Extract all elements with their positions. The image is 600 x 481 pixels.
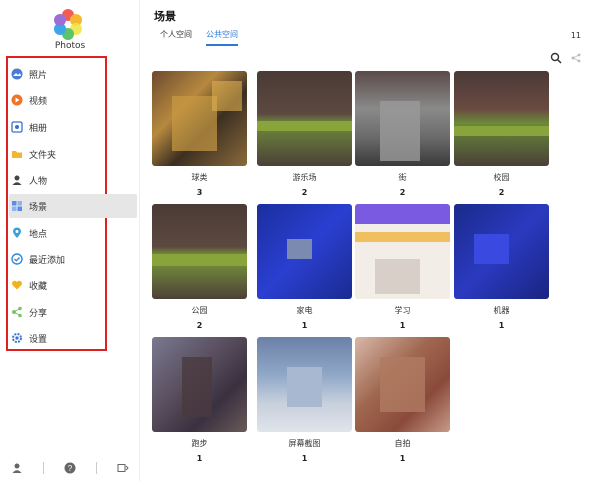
sidebar-item-label: 收藏	[29, 281, 48, 292]
scene-photo-count: 1	[498, 321, 505, 330]
main-content: 场景 个人空间 公共空间 11 球类 3 游乐场 2 街 2 校园 2 公园 2…	[140, 0, 600, 481]
scene-label: 自拍	[394, 439, 411, 448]
share-icon[interactable]	[570, 52, 582, 64]
sidebar-item-places[interactable]: 地点	[9, 221, 137, 245]
toolbar	[550, 52, 582, 64]
scene-count: 11	[570, 31, 581, 40]
scene-photo-count: 2	[301, 188, 308, 197]
sidebar-item-favorites[interactable]: 收藏	[9, 273, 137, 297]
scene-card[interactable]: 跑步 1	[152, 337, 247, 463]
scene-card[interactable]: 校园 2	[454, 71, 549, 197]
sidebar-bottom-bar: ?	[0, 455, 140, 481]
scene-thumbnail	[355, 204, 450, 299]
scene-label: 街	[398, 173, 407, 182]
sidebar-item-label: 视频	[29, 96, 48, 107]
scene-thumbnail	[257, 337, 352, 432]
sidebar-item-settings[interactable]: 设置	[9, 326, 137, 350]
scene-card[interactable]: 家电 1	[257, 204, 352, 330]
sidebar-item-label: 文件夹	[29, 150, 57, 161]
scene-label: 跑步	[191, 439, 208, 448]
share-icon	[11, 306, 23, 318]
person-icon	[11, 174, 23, 186]
scene-label: 公园	[191, 306, 208, 315]
scene-thumbnail	[454, 204, 549, 299]
app-name: Photos	[54, 41, 86, 51]
scene-photo-count: 1	[301, 321, 308, 330]
scene-label: 屏幕截图	[288, 439, 321, 448]
scene-card[interactable]: 游乐场 2	[257, 71, 352, 197]
scene-card[interactable]: 公园 2	[152, 204, 247, 330]
sidebar-item-label: 地点	[29, 229, 48, 240]
folder-icon	[11, 148, 23, 160]
divider	[96, 462, 98, 474]
scene-card[interactable]: 街 2	[355, 71, 450, 197]
sidebar-item-videos[interactable]: 视频	[9, 88, 137, 112]
account-icon[interactable]	[10, 461, 24, 475]
svg-text:?: ?	[68, 464, 73, 473]
sidebar-item-people[interactable]: 人物	[9, 168, 137, 192]
scene-photo-count: 2	[399, 188, 406, 197]
scene-thumbnail	[152, 204, 247, 299]
scene-card[interactable]: 球类 3	[152, 71, 247, 197]
help-icon[interactable]: ?	[63, 461, 77, 475]
page-title: 场景	[154, 10, 176, 23]
scene-label: 游乐场	[292, 173, 317, 182]
scene-label: 学习	[394, 306, 411, 315]
sidebar: Photos 照片 视频 相册 文件夹 人物 场景 地点 最近添加 收藏 分享 …	[0, 0, 140, 481]
divider	[42, 462, 44, 474]
scene-card[interactable]: 学习 1	[355, 204, 450, 330]
scene-label: 机器	[493, 306, 510, 315]
scene-label: 校园	[493, 173, 510, 182]
sidebar-nav: 照片 视频 相册 文件夹 人物 场景 地点 最近添加 收藏 分享 设置	[6, 56, 137, 351]
scene-label: 球类	[191, 173, 208, 182]
play-icon	[11, 94, 23, 106]
scene-icon	[11, 200, 23, 212]
tab-public-space[interactable]: 公共空间	[206, 29, 238, 46]
check-circle-icon	[11, 253, 23, 265]
scene-card[interactable]: 屏幕截图 1	[257, 337, 352, 463]
scene-photo-count: 1	[196, 454, 203, 463]
search-icon[interactable]	[550, 52, 562, 64]
sidebar-item-albums[interactable]: 相册	[9, 115, 137, 139]
scene-thumbnail	[355, 337, 450, 432]
sidebar-item-label: 照片	[29, 70, 48, 81]
scene-photo-count: 3	[196, 188, 203, 197]
space-tabs: 个人空间 公共空间	[160, 29, 238, 46]
scene-card[interactable]: 自拍 1	[355, 337, 450, 463]
scene-thumbnail	[257, 204, 352, 299]
scene-thumbnail	[454, 71, 549, 166]
photos-logo	[54, 9, 82, 40]
scene-thumbnail	[355, 71, 450, 166]
collapse-sidebar-icon[interactable]	[116, 461, 130, 475]
sidebar-item-photos[interactable]: 照片	[9, 62, 137, 86]
scene-thumbnail	[152, 71, 247, 166]
sidebar-item-folders[interactable]: 文件夹	[9, 142, 137, 166]
sidebar-item-share[interactable]: 分享	[9, 300, 137, 324]
scene-thumbnail	[152, 337, 247, 432]
scene-photo-count: 1	[301, 454, 308, 463]
tab-personal-space[interactable]: 个人空间	[160, 29, 192, 46]
sidebar-item-label: 最近添加	[29, 255, 66, 266]
sidebar-item-label: 人物	[29, 176, 48, 187]
location-icon	[11, 227, 23, 239]
sidebar-item-label: 相册	[29, 123, 48, 134]
scene-thumbnail	[257, 71, 352, 166]
scene-photo-count: 2	[498, 188, 505, 197]
scene-photo-count: 1	[399, 321, 406, 330]
scene-photo-count: 1	[399, 454, 406, 463]
heart-icon	[11, 279, 23, 291]
scene-photo-count: 2	[196, 321, 203, 330]
sidebar-item-recent[interactable]: 最近添加	[9, 247, 137, 271]
album-icon	[11, 121, 23, 133]
sidebar-item-scenes[interactable]: 场景	[9, 194, 137, 218]
sidebar-item-label: 设置	[29, 334, 48, 345]
photo-icon	[11, 68, 23, 80]
sidebar-item-label: 场景	[29, 202, 48, 213]
scene-label: 家电	[296, 306, 313, 315]
scene-card[interactable]: 机器 1	[454, 204, 549, 330]
sidebar-item-label: 分享	[29, 308, 48, 319]
gear-icon	[11, 332, 23, 344]
